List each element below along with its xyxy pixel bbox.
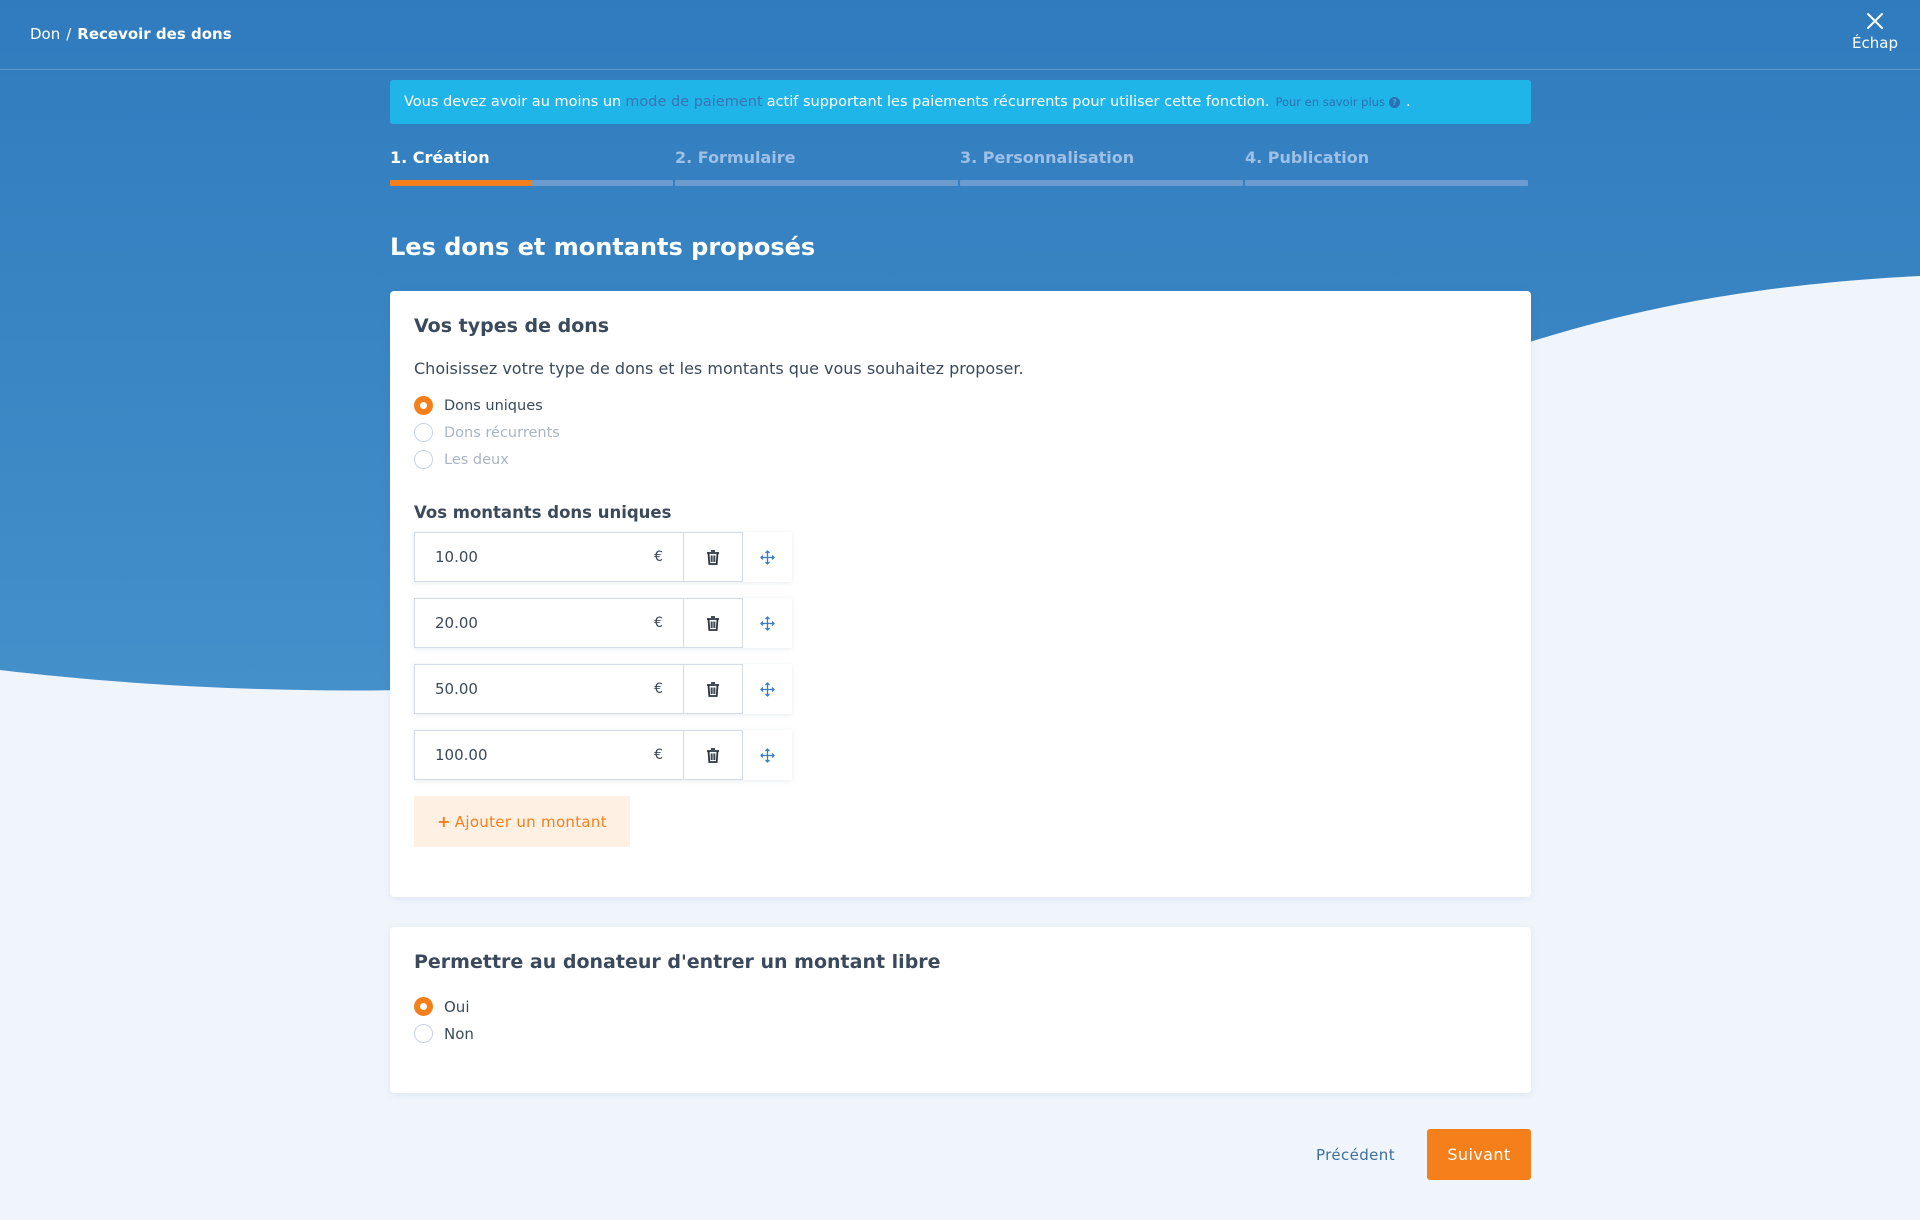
- radio-circle: [414, 423, 433, 442]
- radio-circle: [414, 450, 433, 469]
- radio-dons-recurrents[interactable]: Dons récurrents: [414, 419, 1507, 446]
- alert-text-before: Vous devez avoir au moins un: [404, 94, 622, 110]
- move-amount-handle[interactable]: [743, 664, 792, 714]
- step-formulaire[interactable]: 2. Formulaire: [675, 148, 960, 186]
- breadcrumb-current: Recevoir des dons: [77, 25, 232, 43]
- currency-symbol: €: [654, 615, 663, 631]
- main-content: Vous devez avoir au moins un mode de pai…: [390, 80, 1531, 1093]
- stepper: 1. Création 2. Formulaire 3. Personnalis…: [390, 148, 1531, 186]
- learn-more-label: Pour en savoir plus: [1275, 95, 1385, 109]
- radio-label: Les deux: [444, 451, 509, 468]
- plus-icon: +: [437, 812, 451, 831]
- radio-oui[interactable]: Oui: [414, 993, 1507, 1020]
- amount-input[interactable]: [435, 614, 615, 632]
- donation-types-description: Choisissez votre type de dons et les mon…: [414, 359, 1024, 378]
- free-amount-title: Permettre au donateur d'entrer un montan…: [414, 951, 941, 973]
- move-amount-handle[interactable]: [743, 598, 792, 648]
- escape-label: Échap: [1852, 34, 1898, 52]
- step-personnalisation[interactable]: 3. Personnalisation: [960, 148, 1245, 186]
- trash-icon: [707, 747, 719, 763]
- amount-row: €: [414, 532, 792, 582]
- top-bar: Don / Recevoir des dons Échap: [0, 0, 1920, 70]
- move-amount-handle[interactable]: [743, 730, 792, 780]
- step-label: 2. Formulaire: [675, 148, 796, 167]
- radio-circle: [414, 997, 433, 1016]
- delete-amount-button[interactable]: [684, 532, 743, 582]
- step-publication[interactable]: 4. Publication: [1245, 148, 1530, 186]
- amount-input[interactable]: [435, 548, 615, 566]
- radio-label: Dons récurrents: [444, 424, 560, 441]
- radio-les-deux[interactable]: Les deux: [414, 446, 1507, 473]
- step-progress-fill: [390, 180, 532, 186]
- amount-input[interactable]: [435, 680, 615, 698]
- trash-icon: [707, 615, 719, 631]
- currency-symbol: €: [654, 681, 663, 697]
- radio-label: Non: [444, 1024, 474, 1043]
- amount-input[interactable]: [435, 746, 615, 764]
- free-amount-radio-group: Oui Non: [414, 993, 1507, 1047]
- currency-symbol: €: [654, 747, 663, 763]
- move-arrows-icon: [760, 615, 775, 631]
- amounts-list: € €: [414, 532, 1507, 780]
- donation-type-radio-group: Dons uniques Dons récurrents Les deux: [414, 392, 1507, 473]
- radio-non[interactable]: Non: [414, 1020, 1507, 1047]
- delete-amount-button[interactable]: [684, 664, 743, 714]
- escape-button[interactable]: Échap: [1850, 12, 1900, 52]
- delete-amount-button[interactable]: [684, 730, 743, 780]
- amount-field[interactable]: €: [414, 598, 684, 648]
- radio-circle: [414, 1024, 433, 1043]
- radio-label: Dons uniques: [444, 397, 543, 414]
- page-title: Les dons et montants proposés: [390, 233, 816, 261]
- radio-label: Oui: [444, 997, 470, 1016]
- recurring-payment-alert: Vous devez avoir au moins un mode de pai…: [390, 80, 1531, 124]
- delete-amount-button[interactable]: [684, 598, 743, 648]
- amount-row: €: [414, 598, 792, 648]
- step-label: 3. Personnalisation: [960, 148, 1135, 167]
- amount-field[interactable]: €: [414, 730, 684, 780]
- payment-mode-link[interactable]: mode de paiement: [625, 94, 762, 110]
- step-creation[interactable]: 1. Création: [390, 148, 675, 186]
- radio-circle: [414, 396, 433, 415]
- previous-button[interactable]: Précédent: [1316, 1146, 1395, 1164]
- step-progress-bar: [1245, 180, 1528, 186]
- move-arrows-icon: [760, 549, 775, 565]
- alert-end: .: [1405, 94, 1411, 110]
- breadcrumb: Don / Recevoir des dons: [30, 25, 232, 43]
- learn-more-link[interactable]: Pour en savoir plus ?: [1275, 95, 1400, 109]
- free-amount-card: Permettre au donateur d'entrer un montan…: [390, 927, 1531, 1093]
- close-icon: [1867, 13, 1883, 29]
- next-button[interactable]: Suivant: [1427, 1129, 1531, 1180]
- amount-field[interactable]: €: [414, 532, 684, 582]
- breadcrumb-root[interactable]: Don: [30, 25, 60, 43]
- donation-types-card: Vos types de dons Choisissez votre type …: [390, 291, 1531, 897]
- step-progress-bar: [960, 180, 1243, 186]
- amounts-title: Vos montants dons uniques: [414, 503, 672, 522]
- step-label: 1. Création: [390, 148, 490, 167]
- breadcrumb-separator: /: [66, 25, 72, 43]
- add-amount-button[interactable]: + Ajouter un montant: [414, 796, 630, 847]
- move-arrows-icon: [760, 681, 775, 697]
- step-progress-bar: [390, 180, 673, 186]
- move-amount-handle[interactable]: [743, 532, 792, 582]
- trash-icon: [707, 681, 719, 697]
- add-amount-label: Ajouter un montant: [454, 812, 607, 831]
- step-progress-bar: [675, 180, 958, 186]
- question-circle-icon: ?: [1388, 96, 1400, 108]
- move-arrows-icon: [760, 747, 775, 763]
- wizard-navigation: Précédent Suivant: [1300, 1129, 1531, 1180]
- step-label: 4. Publication: [1245, 148, 1370, 167]
- currency-symbol: €: [654, 549, 663, 565]
- donation-types-title: Vos types de dons: [414, 315, 610, 337]
- amount-row: €: [414, 730, 792, 780]
- trash-icon: [707, 549, 719, 565]
- radio-dons-uniques[interactable]: Dons uniques: [414, 392, 1507, 419]
- amount-row: €: [414, 664, 792, 714]
- alert-text-after: actif supportant les paiements récurrent…: [766, 94, 1270, 110]
- amount-field[interactable]: €: [414, 664, 684, 714]
